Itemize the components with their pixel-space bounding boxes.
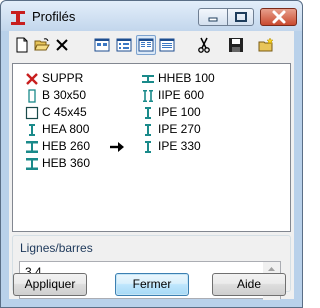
maximize-button[interactable] — [227, 8, 254, 26]
help-button[interactable]: Aide — [212, 273, 286, 296]
delete-red-x-icon — [26, 73, 38, 85]
delete-button[interactable] — [52, 35, 72, 55]
large-icons-view-icon — [94, 38, 110, 52]
profiles-window: Profilés SUPPR B 30x50 C 45x45 HEA 800 H… — [0, 0, 303, 308]
lines-group-label: Lignes/barres — [20, 241, 93, 255]
i-beam-section-icon — [145, 124, 151, 136]
list-item-label: IPE 100 — [158, 105, 201, 119]
list-item-ipe330[interactable]: IPE 330 — [109, 139, 229, 154]
list-item-label: HEB 260 — [42, 139, 91, 153]
square-section-icon — [25, 106, 39, 120]
title-bar[interactable]: Profilés — [1, 1, 302, 31]
save-disk-icon — [229, 38, 243, 52]
list-view-button[interactable] — [136, 35, 156, 55]
minimize-button[interactable] — [198, 8, 227, 26]
list-item-label: B 30x50 — [42, 88, 87, 102]
small-icons-button[interactable] — [114, 35, 134, 55]
close-icon — [272, 10, 286, 24]
app-icon — [11, 11, 25, 25]
h-beam-section-icon — [26, 158, 38, 170]
close-button[interactable]: Fermer — [115, 273, 189, 296]
rectangle-section-icon — [28, 89, 36, 103]
small-icons-view-icon — [116, 38, 132, 52]
flat-beam-section-icon — [142, 75, 154, 83]
close-window-button[interactable] — [260, 8, 297, 26]
list-view-icon — [138, 38, 154, 52]
dialog-body: SUPPR B 30x50 C 45x45 HEA 800 HEB 260 HE… — [9, 31, 294, 300]
h-beam-section-icon — [26, 141, 38, 153]
i-beam-section-icon — [29, 124, 35, 136]
cut-scissors-icon — [198, 37, 210, 53]
large-icons-button[interactable] — [92, 35, 112, 55]
new-folder-button[interactable] — [256, 35, 276, 55]
window-title: Profilés — [32, 9, 76, 24]
list-item-label: HHEB 100 — [158, 71, 215, 85]
list-item-label: SUPPR — [42, 71, 84, 85]
double-i-section-icon — [143, 90, 153, 102]
cut-button[interactable] — [194, 35, 214, 55]
details-view-icon — [159, 38, 175, 52]
list-item-label: C 45x45 — [42, 105, 87, 119]
profiles-listbox[interactable]: SUPPR B 30x50 C 45x45 HEA 800 HEB 260 HE… — [12, 63, 291, 232]
i-beam-section-icon — [145, 107, 151, 119]
maximize-icon — [235, 12, 247, 22]
toolbar — [9, 31, 294, 57]
list-item-label: IPE 330 — [158, 139, 201, 153]
details-view-button[interactable] — [157, 35, 177, 55]
new-folder-icon — [258, 37, 274, 52]
new-button[interactable] — [12, 35, 32, 55]
delete-x-icon — [56, 39, 68, 51]
apply-button[interactable]: Appliquer — [13, 273, 87, 296]
open-button[interactable] — [32, 35, 52, 55]
save-button[interactable] — [226, 35, 246, 55]
new-document-icon — [16, 37, 28, 53]
minimize-icon — [208, 17, 218, 22]
list-item-label: HEB 360 — [42, 156, 91, 170]
list-item-label: IPE 270 — [158, 122, 201, 136]
list-item-label: IIPE 600 — [158, 88, 205, 102]
list-item-label: HEA 800 — [42, 122, 90, 136]
current-arrow-icon — [110, 142, 124, 152]
open-folder-icon — [34, 38, 50, 51]
i-beam-section-icon — [145, 141, 151, 153]
